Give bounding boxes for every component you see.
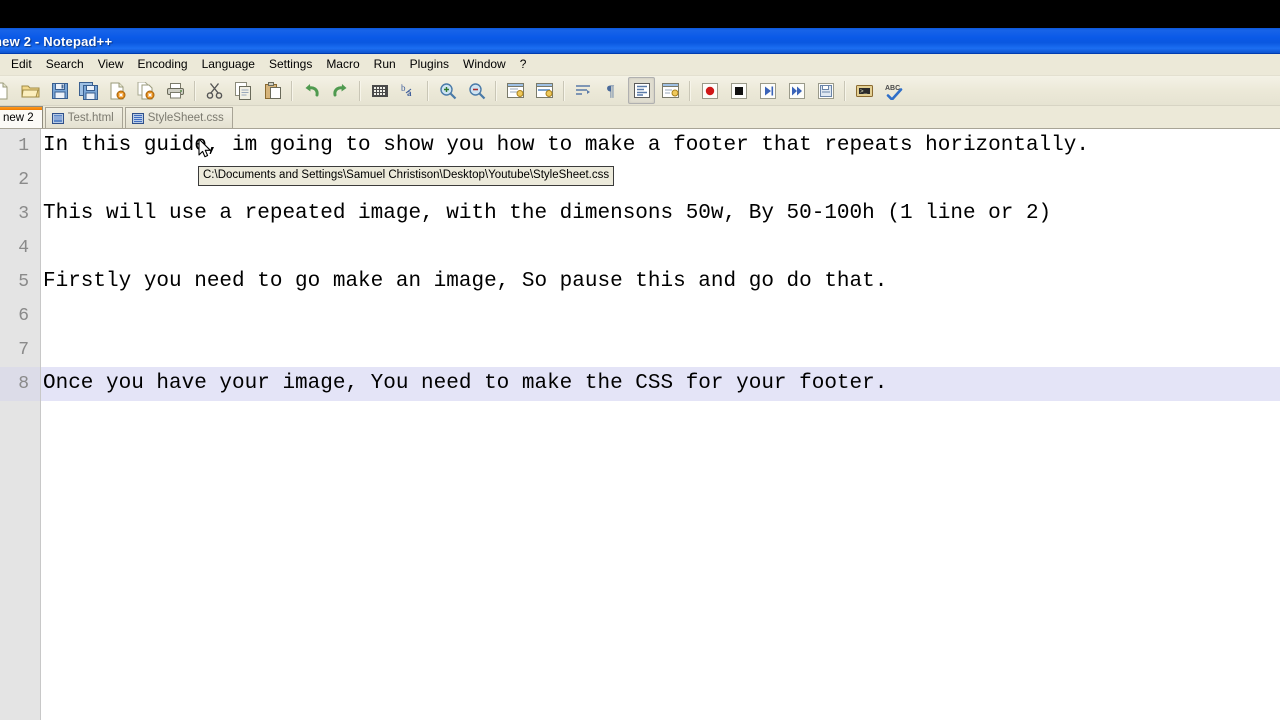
spell-check-icon[interactable]: ABC bbox=[880, 77, 907, 104]
save-macro-icon[interactable] bbox=[812, 77, 839, 104]
zoom-in-icon[interactable] bbox=[434, 77, 461, 104]
tab-label: new 2 bbox=[3, 111, 34, 124]
copy-icon[interactable] bbox=[230, 77, 257, 104]
toolbar-separator bbox=[844, 80, 846, 101]
indent-guide-icon[interactable] bbox=[628, 77, 655, 104]
sync-vertical-scroll-icon[interactable] bbox=[502, 77, 529, 104]
code-line[interactable]: In this guide, im going to show you how … bbox=[41, 129, 1280, 163]
word-wrap-icon[interactable] bbox=[570, 77, 597, 104]
html-document-icon bbox=[51, 112, 64, 124]
undo-icon[interactable] bbox=[298, 77, 325, 104]
sync-horizontal-scroll-icon[interactable] bbox=[531, 77, 558, 104]
menu-item-help[interactable]: ? bbox=[513, 55, 534, 74]
code-line[interactable]: This will use a repeated image, with the… bbox=[41, 197, 1280, 231]
paste-icon[interactable] bbox=[259, 77, 286, 104]
window-title: new 2 - Notepad++ bbox=[0, 33, 113, 49]
menu-item-plugins[interactable]: Plugins bbox=[403, 55, 456, 74]
tab-new-2[interactable]: new 2 bbox=[0, 106, 43, 128]
line-number: 7 bbox=[18, 340, 29, 360]
close-file-icon[interactable] bbox=[104, 77, 131, 104]
code-text-area[interactable]: In this guide, im going to show you how … bbox=[41, 129, 1280, 720]
print-icon[interactable] bbox=[162, 77, 189, 104]
tab-path-tooltip: C:\Documents and Settings\Samuel Christi… bbox=[198, 166, 615, 186]
line-number-gutter: 1 2 3 4 5 6 7 8 bbox=[0, 129, 41, 720]
menu-item-encoding[interactable]: Encoding bbox=[131, 55, 195, 74]
menu-item-window[interactable]: Window bbox=[456, 55, 513, 74]
code-line[interactable]: Firstly you need to go make an image, So… bbox=[41, 265, 1280, 299]
find-icon[interactable] bbox=[366, 77, 393, 104]
toolbar-separator bbox=[427, 80, 429, 101]
toolbar-separator bbox=[291, 80, 293, 101]
line-number: 6 bbox=[18, 306, 29, 326]
notepad-plus-plus-window: new 2 - Notepad++ Edit Search View Encod… bbox=[0, 28, 1280, 720]
line-number: 1 bbox=[18, 136, 29, 156]
line-number: 3 bbox=[18, 204, 29, 224]
new-file-icon[interactable] bbox=[0, 77, 15, 104]
show-all-characters-icon[interactable]: ¶ bbox=[599, 77, 626, 104]
play-macro-icon[interactable] bbox=[754, 77, 781, 104]
menu-bar: Edit Search View Encoding Language Setti… bbox=[0, 54, 1280, 76]
replace-icon[interactable]: b a bbox=[395, 77, 422, 104]
menu-item-settings[interactable]: Settings bbox=[262, 55, 319, 74]
menu-item-edit[interactable]: Edit bbox=[4, 55, 39, 74]
toolbar-separator bbox=[495, 80, 497, 101]
document-tab-bar: new 2 Test.html StyleSheet.css bbox=[0, 106, 1280, 129]
toolbar-separator bbox=[563, 80, 565, 101]
toolbar-separator bbox=[194, 80, 196, 101]
open-folder-icon[interactable] bbox=[17, 77, 44, 104]
run-macro-multiple-icon[interactable] bbox=[783, 77, 810, 104]
code-line[interactable] bbox=[41, 231, 1280, 265]
stop-macro-icon[interactable] bbox=[725, 77, 752, 104]
letterbox-band-top bbox=[0, 0, 1280, 28]
code-line[interactable] bbox=[41, 333, 1280, 367]
code-line-current[interactable]: Once you have your image, You need to ma… bbox=[41, 367, 1280, 401]
code-line[interactable] bbox=[41, 299, 1280, 333]
tab-test-html[interactable]: Test.html bbox=[44, 107, 123, 128]
user-defined-dialog-icon[interactable] bbox=[657, 77, 684, 104]
menu-item-search[interactable]: Search bbox=[39, 55, 91, 74]
tab-label: Test.html bbox=[67, 112, 114, 124]
close-all-files-icon[interactable] bbox=[133, 77, 160, 104]
editor-area[interactable]: 1 2 3 4 5 6 7 8 In this guide, im going … bbox=[0, 129, 1280, 720]
svg-text:¶: ¶ bbox=[607, 83, 615, 99]
run-icon[interactable]: >_ bbox=[851, 77, 878, 104]
menu-item-run[interactable]: Run bbox=[367, 55, 403, 74]
window-title-bar: new 2 - Notepad++ bbox=[0, 28, 1280, 54]
line-number: 4 bbox=[18, 238, 29, 258]
menu-item-view[interactable]: View bbox=[91, 55, 131, 74]
record-macro-icon[interactable] bbox=[696, 77, 723, 104]
toolbar: b a ¶ >_ ABC bbox=[0, 76, 1280, 106]
cut-icon[interactable] bbox=[201, 77, 228, 104]
tab-stylesheet-css[interactable]: StyleSheet.css bbox=[124, 107, 233, 128]
tab-label: StyleSheet.css bbox=[147, 112, 224, 124]
line-number: 2 bbox=[18, 170, 29, 190]
save-all-icon[interactable] bbox=[75, 77, 102, 104]
menu-item-language[interactable]: Language bbox=[195, 55, 262, 74]
zoom-out-icon[interactable] bbox=[463, 77, 490, 104]
line-number: 8 bbox=[0, 367, 40, 401]
toolbar-separator bbox=[689, 80, 691, 101]
redo-icon[interactable] bbox=[327, 77, 354, 104]
save-icon[interactable] bbox=[46, 77, 73, 104]
line-number: 5 bbox=[18, 272, 29, 292]
menu-item-macro[interactable]: Macro bbox=[319, 55, 366, 74]
css-document-icon bbox=[131, 112, 144, 124]
svg-text:b: b bbox=[401, 83, 406, 93]
toolbar-separator bbox=[359, 80, 361, 101]
svg-text:ABC: ABC bbox=[885, 85, 900, 92]
svg-text:>_: >_ bbox=[860, 88, 868, 95]
